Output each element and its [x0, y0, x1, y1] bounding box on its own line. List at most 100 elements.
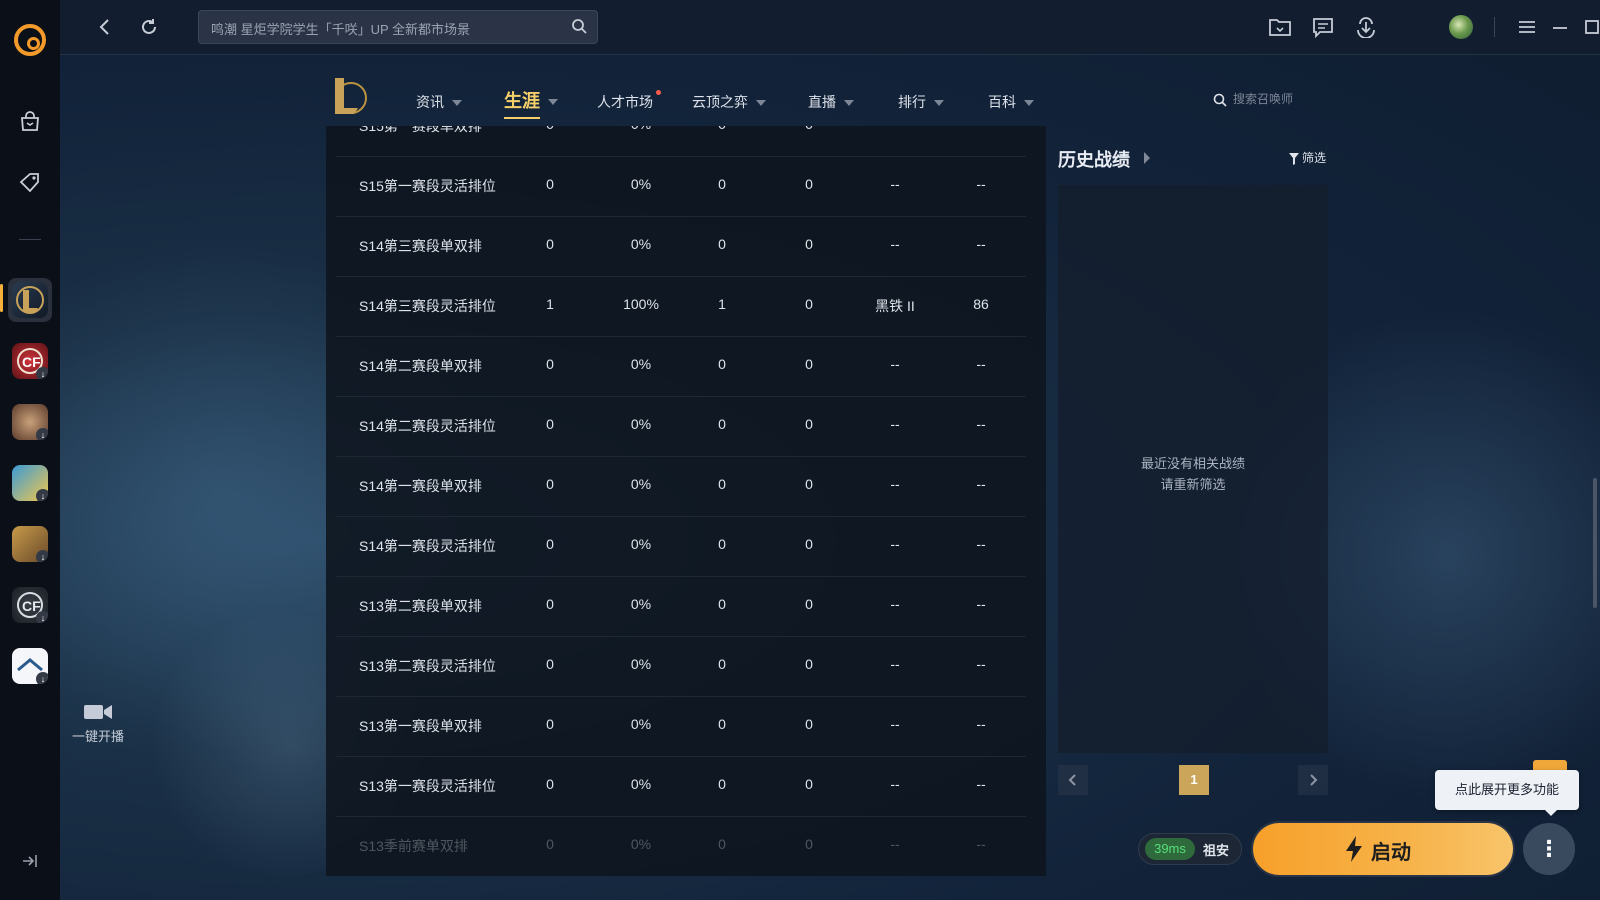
search-icon[interactable] [571, 18, 587, 34]
active-tab-underline [504, 117, 540, 119]
prev-page-button[interactable] [1058, 765, 1088, 795]
filter-button[interactable]: 筛选 [1289, 149, 1326, 166]
stat-cell: 0 [718, 176, 726, 192]
menu-icon[interactable] [1515, 16, 1539, 38]
table-row: S15第一赛段灵活排位 0 0% 0 0 -- -- [336, 156, 1026, 217]
more-options-button[interactable]: ⋮ [1523, 823, 1575, 875]
stat-cell: 0 [718, 476, 726, 492]
stat-cell: 0% [630, 236, 652, 252]
game-extra-icon[interactable]: ↓ [12, 648, 48, 684]
stat-cell: -- [976, 476, 986, 492]
stat-cell: 0 [805, 536, 813, 552]
game-racing-icon[interactable]: ↓ [12, 404, 48, 440]
next-page-button[interactable] [1298, 765, 1328, 795]
launch-button[interactable]: 启动 [1253, 823, 1513, 875]
current-page[interactable]: 1 [1179, 765, 1209, 795]
stat-cell: 1 [546, 296, 554, 312]
stat-cell: -- [890, 176, 900, 192]
tab-live[interactable]: 直播 [808, 92, 854, 112]
tab-live-label: 直播 [808, 94, 836, 110]
stat-cell: 0% [630, 716, 652, 732]
stat-cell: 0 [546, 656, 554, 672]
download-manager-icon[interactable] [1354, 16, 1378, 39]
message-icon[interactable] [1311, 16, 1335, 39]
search-input[interactable]: 鸣潮 星炬学院学生「千咲」UP 全新都市场景 [211, 19, 470, 38]
stat-cell: -- [890, 476, 900, 492]
chevron-right-icon[interactable] [1144, 152, 1150, 164]
table-row: S14第二赛段单双排 0 0% 0 0 -- -- [336, 336, 1026, 397]
season-name-cell: S14第二赛段灵活排位 [359, 418, 496, 434]
stat-cell: -- [976, 416, 986, 432]
server-ping-indicator[interactable]: 39ms 祖安 [1138, 833, 1242, 865]
stat-cell: 0% [630, 536, 652, 552]
lol-logo-icon[interactable] [329, 74, 369, 118]
stat-cell: 0 [805, 416, 813, 432]
tab-tft[interactable]: 云顶之弈 [692, 92, 766, 112]
chevron-down-icon [548, 99, 558, 106]
tab-career-label: 生涯 [504, 91, 540, 111]
stat-cell: -- [890, 656, 900, 672]
download-badge-icon: ↓ [36, 611, 48, 623]
game-crossfire-icon[interactable]: CF ↓ [12, 343, 48, 379]
table-row: S14第二赛段灵活排位 0 0% 0 0 -- -- [336, 396, 1026, 457]
season-name-cell: S14第二赛段单双排 [359, 358, 482, 374]
tab-wiki[interactable]: 百科 [988, 92, 1034, 112]
one-click-live-button[interactable]: 一键开播 [70, 702, 126, 745]
stat-cell: -- [890, 596, 900, 612]
tab-career[interactable]: 生涯 [504, 87, 558, 119]
stat-cell: 0% [630, 356, 652, 372]
stat-cell: 0 [718, 716, 726, 732]
store-bag-icon[interactable] [18, 110, 42, 134]
stat-cell: -- [890, 416, 900, 432]
stat-cell: -- [890, 236, 900, 252]
season-name-cell: S14第三赛段单双排 [359, 238, 482, 254]
history-panel: 最近没有相关战绩 请重新筛选 [1058, 185, 1328, 753]
game-navigation: 资讯 生涯 人才市场 云顶之弈 直播 排行 百科 搜索召唤师 [325, 70, 1325, 126]
tab-ranking[interactable]: 排行 [898, 92, 944, 112]
tab-talent-market[interactable]: 人才市场 [597, 92, 653, 112]
user-avatar[interactable] [1449, 15, 1473, 39]
stat-cell: 0 [718, 236, 726, 252]
tag-icon[interactable] [18, 170, 42, 194]
history-title[interactable]: 历史战绩 [1058, 146, 1130, 172]
tab-ranking-label: 排行 [898, 94, 926, 110]
back-icon[interactable] [92, 14, 118, 40]
stat-cell: 0% [630, 176, 652, 192]
live-label: 一键开播 [71, 729, 124, 744]
app-logo[interactable] [14, 24, 46, 56]
game-qq-icon[interactable]: ↓ [12, 465, 48, 501]
maximize-icon[interactable] [1580, 16, 1600, 38]
scrollbar[interactable] [1593, 478, 1597, 608]
game-lol-icon[interactable] [12, 282, 48, 318]
season-name-cell: S13第二赛段灵活排位 [359, 658, 496, 674]
stat-cell: 0 [805, 476, 813, 492]
empty-line-1: 最近没有相关战绩 [1140, 456, 1245, 471]
stat-cell: 0% [630, 596, 652, 612]
stat-cell: 0% [630, 776, 652, 792]
tab-news[interactable]: 资讯 [416, 92, 462, 112]
season-name-cell: S13第一赛段灵活排位 [359, 778, 496, 794]
season-name-cell: S14第一赛段单双排 [359, 478, 482, 494]
left-sidebar: CF ↓ ↓ ↓ ↓ CF ↓ ↓ [0, 0, 60, 900]
stat-cell: 0 [805, 716, 813, 732]
collapse-sidebar-icon[interactable] [21, 853, 39, 869]
filter-icon [1289, 152, 1299, 165]
stat-cell: 0 [546, 596, 554, 612]
lightning-icon [1345, 836, 1363, 862]
game-cf-classic-icon[interactable]: CF ↓ [12, 587, 48, 623]
table-row: S13第二赛段灵活排位 0 0% 0 0 -- -- [336, 636, 1026, 697]
stat-cell: 1 [718, 296, 726, 312]
table-row: S14第三赛段单双排 0 0% 0 0 -- -- [336, 216, 1026, 277]
folder-icon[interactable] [1268, 16, 1292, 38]
global-search-bar[interactable]: 鸣潮 星炬学院学生「千咲」UP 全新都市场景 [198, 10, 598, 44]
game-warrior-icon[interactable]: ↓ [12, 526, 48, 562]
table-row: S13季前赛单双排 0 0% 0 0 -- -- [336, 816, 1026, 876]
table-row: S14第三赛段灵活排位 1 100% 1 0 黑铁 II 86 [336, 276, 1026, 337]
stat-cell: 0 [534, 126, 566, 132]
chevron-down-icon [844, 100, 854, 107]
summoner-search[interactable]: 搜索召唤师 [1213, 90, 1293, 107]
minimize-icon[interactable] [1548, 16, 1572, 38]
refresh-icon[interactable] [136, 14, 162, 40]
stat-cell: 86 [973, 296, 989, 312]
stat-cell: -- [976, 596, 986, 612]
